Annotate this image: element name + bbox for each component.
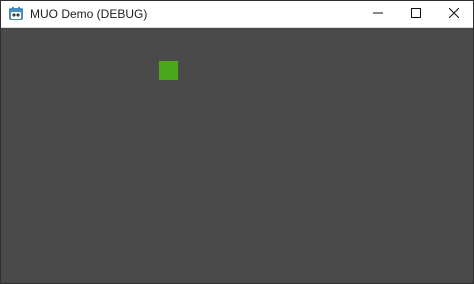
game-viewport[interactable] (1, 28, 473, 283)
maximize-icon (411, 5, 421, 23)
title-bar[interactable]: MUO Demo (DEBUG) (1, 1, 473, 28)
minimize-icon (373, 5, 383, 23)
window-title: MUO Demo (DEBUG) (30, 7, 148, 21)
close-button[interactable] (435, 1, 473, 27)
close-icon (448, 5, 460, 23)
green-square-sprite (159, 61, 178, 80)
godot-engine-icon (8, 6, 24, 22)
app-window: MUO Demo (DEBUG) (0, 0, 474, 284)
maximize-button[interactable] (397, 1, 435, 27)
window-controls (359, 1, 473, 27)
minimize-button[interactable] (359, 1, 397, 27)
